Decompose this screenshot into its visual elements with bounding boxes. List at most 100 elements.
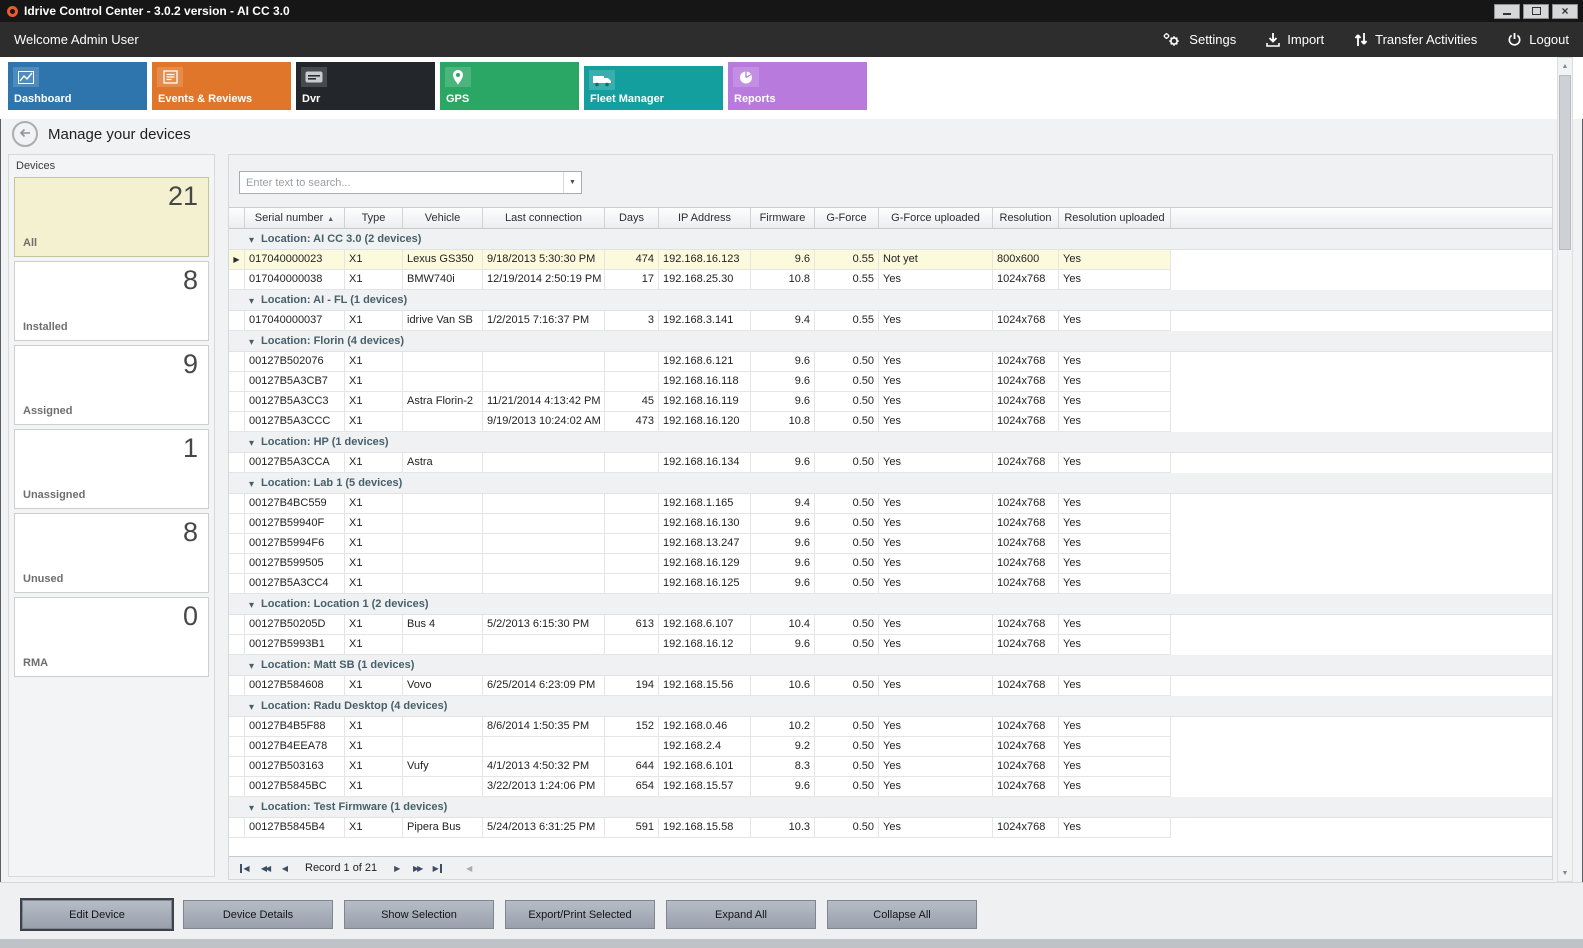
filter-card-unassigned[interactable]: 1 Unassigned (14, 429, 209, 509)
device-row[interactable]: 017040000038X1BMW740i12/19/2014 2:50:19 … (229, 270, 1171, 290)
filter-card-all[interactable]: 21 All (14, 177, 209, 257)
group-row[interactable]: Location: Lab 1 (5 devices) (229, 473, 1552, 494)
column-header-vehicle[interactable]: Vehicle (403, 208, 483, 228)
dropdown-arrow-icon[interactable] (563, 172, 581, 193)
close-button[interactable] (1552, 4, 1578, 19)
group-collapse-icon[interactable] (249, 230, 254, 248)
column-header-days[interactable]: Days (605, 208, 659, 228)
tab-dvr[interactable]: Dvr (296, 62, 435, 110)
logout-label: Logout (1529, 32, 1569, 47)
device-row[interactable]: 00127B50205DX1Bus 45/2/2013 6:15:30 PM61… (229, 615, 1171, 635)
edit-device-button[interactable]: Edit Device (22, 900, 172, 929)
device-row[interactable]: 00127B4EEA78X1192.168.2.49.20.50Yes1024x… (229, 737, 1171, 757)
column-header-resolution[interactable]: Resolution (993, 208, 1059, 228)
transfer-icon (1354, 32, 1368, 47)
tab-gps[interactable]: GPS (440, 62, 579, 110)
search-input[interactable] (240, 172, 563, 193)
filter-card-unused[interactable]: 8 Unused (14, 513, 209, 593)
import-button[interactable]: Import (1266, 32, 1324, 47)
filter-card-installed[interactable]: 8 Installed (14, 261, 209, 341)
back-button[interactable] (12, 121, 38, 147)
device-row[interactable]: 00127B5993B1X1192.168.16.129.60.50Yes102… (229, 635, 1171, 655)
device-row[interactable]: 00127B5A3CC4X1192.168.16.1259.60.50Yes10… (229, 574, 1171, 594)
device-row[interactable]: 017040000023X1Lexus GS3509/18/2013 5:30:… (229, 250, 1171, 270)
group-row[interactable]: Location: Radu Desktop (4 devices) (229, 696, 1552, 717)
device-details-button[interactable]: Device Details (183, 900, 333, 929)
logout-button[interactable]: Logout (1507, 32, 1569, 47)
cell-last (483, 737, 605, 756)
device-row[interactable]: 00127B5A3CB7X1192.168.16.1189.60.50Yes10… (229, 372, 1171, 392)
group-collapse-icon[interactable] (249, 697, 254, 715)
device-row[interactable]: 00127B599505X1192.168.16.1299.60.50Yes10… (229, 554, 1171, 574)
device-row[interactable]: 00127B502076X1192.168.6.1219.60.50Yes102… (229, 352, 1171, 372)
filter-card-rma[interactable]: 0 RMA (14, 597, 209, 677)
row-indicator (229, 514, 245, 533)
column-label: Last connection (505, 212, 582, 224)
column-header-serial-number[interactable]: Serial number (245, 208, 345, 228)
column-header-firmware[interactable]: Firmware (751, 208, 815, 228)
collapse-all-button[interactable]: Collapse All (827, 900, 977, 929)
filter-card-assigned[interactable]: 9 Assigned (14, 345, 209, 425)
prev-page-button[interactable] (255, 860, 275, 876)
tab-dashboard[interactable]: Dashboard (8, 62, 147, 110)
device-row[interactable]: 00127B4BC559X1192.168.1.1659.40.50Yes102… (229, 494, 1171, 514)
group-row[interactable]: Location: AI - FL (1 devices) (229, 290, 1552, 311)
import-icon (1266, 32, 1280, 47)
device-row[interactable]: 017040000037X1idrive Van SB1/2/2015 7:16… (229, 311, 1171, 331)
group-collapse-icon[interactable] (249, 474, 254, 492)
tab-fleet-manager[interactable]: Fleet Manager (584, 62, 723, 110)
minimize-button[interactable] (1494, 4, 1520, 19)
device-row[interactable]: 00127B5994F6X1192.168.13.2479.60.50Yes10… (229, 534, 1171, 554)
group-row[interactable]: Location: AI CC 3.0 (2 devices) (229, 229, 1552, 250)
device-row[interactable]: 00127B5A3CC3X1Astra Florin-211/21/2014 4… (229, 392, 1171, 412)
device-row[interactable]: 00127B503163X1Vufy4/1/2013 4:50:32 PM644… (229, 757, 1171, 777)
cell-days (605, 514, 659, 533)
cell-fw: 9.6 (751, 250, 815, 269)
next-record-button[interactable] (387, 860, 407, 876)
first-record-button[interactable] (235, 860, 255, 876)
vertical-scrollbar[interactable]: ▲ ▼ (1557, 57, 1573, 882)
device-row[interactable]: 00127B59940FX1192.168.16.1309.60.50Yes10… (229, 514, 1171, 534)
column-header-gforce-uploaded[interactable]: G-Force uploaded (879, 208, 993, 228)
export-print-selected-button[interactable]: Export/Print Selected (505, 900, 655, 929)
group-collapse-icon[interactable] (249, 332, 254, 350)
device-row[interactable]: 00127B4B5F88X18/6/2014 1:50:35 PM152192.… (229, 717, 1171, 737)
group-collapse-icon[interactable] (249, 433, 254, 451)
maximize-button[interactable] (1523, 4, 1549, 19)
module-nav: Dashboard Events & Reviews Dvr GPS Fleet… (0, 57, 1583, 119)
scroll-down-arrow[interactable]: ▼ (1558, 865, 1572, 881)
column-header-ip-address[interactable]: IP Address (659, 208, 751, 228)
minimize-icon (1503, 13, 1511, 15)
group-row[interactable]: Location: Location 1 (2 devices) (229, 594, 1552, 615)
last-record-button[interactable] (427, 860, 447, 876)
device-row[interactable]: 00127B5A3CCCX19/19/2013 10:24:02 AM47319… (229, 412, 1171, 432)
column-header-last-connection[interactable]: Last connection (483, 208, 605, 228)
scroll-thumb[interactable] (1559, 75, 1571, 250)
tab-reports[interactable]: Reports (728, 62, 867, 110)
group-collapse-icon[interactable] (249, 656, 254, 674)
group-collapse-icon[interactable] (249, 291, 254, 309)
h-scroll-left-arrow[interactable] (459, 860, 479, 876)
group-row[interactable]: Location: Test Firmware (1 devices) (229, 797, 1552, 818)
column-header-resolution-uploaded[interactable]: Resolution uploaded (1059, 208, 1171, 228)
scroll-up-arrow[interactable]: ▲ (1558, 58, 1572, 74)
device-row[interactable]: 00127B5845BCX13/22/2013 1:24:06 PM654192… (229, 777, 1171, 797)
expand-all-button[interactable]: Expand All (666, 900, 816, 929)
settings-button[interactable]: Settings (1162, 32, 1236, 48)
show-selection-button[interactable]: Show Selection (344, 900, 494, 929)
group-row[interactable]: Location: Matt SB (1 devices) (229, 655, 1552, 676)
group-collapse-icon[interactable] (249, 798, 254, 816)
map-pin-icon (445, 67, 471, 87)
column-header-gforce[interactable]: G-Force (815, 208, 879, 228)
group-row[interactable]: Location: Florin (4 devices) (229, 331, 1552, 352)
group-collapse-icon[interactable] (249, 595, 254, 613)
device-row[interactable]: 00127B584608X1Vovo6/25/2014 6:23:09 PM19… (229, 676, 1171, 696)
transfer-activities-button[interactable]: Transfer Activities (1354, 32, 1477, 47)
next-page-button[interactable] (407, 860, 427, 876)
tab-events-reviews[interactable]: Events & Reviews (152, 62, 291, 110)
device-row[interactable]: 00127B5A3CCAX1Astra192.168.16.1349.60.50… (229, 453, 1171, 473)
group-row[interactable]: Location: HP (1 devices) (229, 432, 1552, 453)
column-header-type[interactable]: Type (345, 208, 403, 228)
device-row[interactable]: 00127B5845B4X1Pipera Bus5/24/2013 6:31:2… (229, 818, 1171, 838)
prev-record-button[interactable] (275, 860, 295, 876)
